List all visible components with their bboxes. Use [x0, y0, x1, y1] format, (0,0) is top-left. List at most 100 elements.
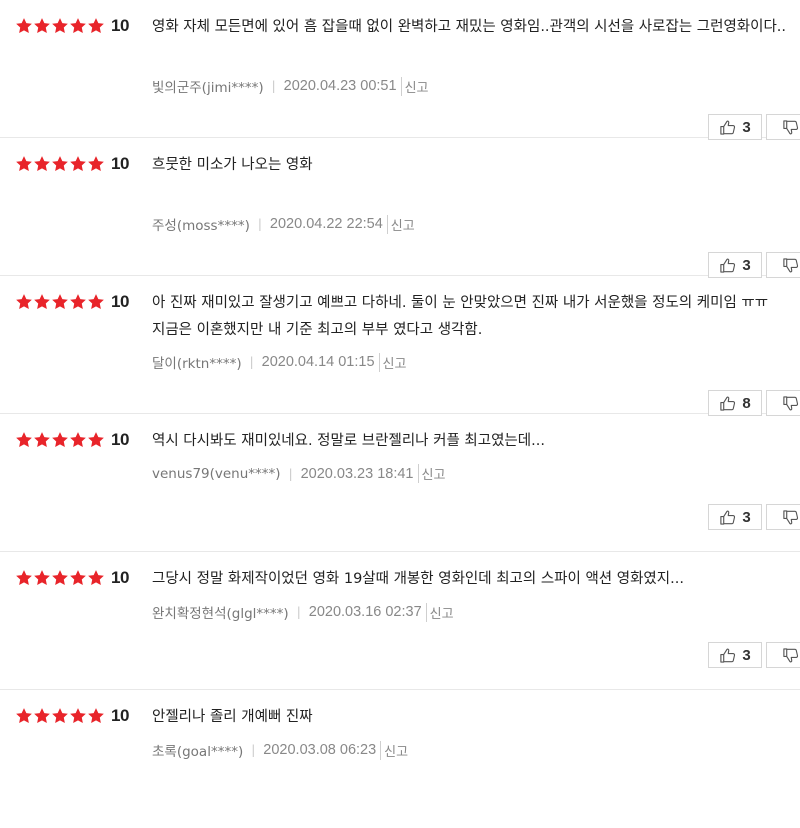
score-number: 10 — [111, 706, 129, 725]
star-icon — [69, 431, 87, 449]
star-icon — [51, 431, 69, 449]
review-item: 10 아 진짜 재미있고 잘생기고 예쁘고 다하네. 둘이 눈 안맞았으면 진짜… — [0, 276, 800, 416]
like-count: 3 — [742, 508, 751, 526]
divider: | — [271, 79, 276, 93]
author-name[interactable]: 주성(moss****) — [152, 214, 250, 234]
star-rating: 10 — [15, 292, 129, 312]
star-icon — [15, 569, 33, 587]
review-date: 2020.03.16 02:37 — [308, 604, 422, 620]
stars — [15, 569, 105, 587]
dislike-button[interactable] — [766, 252, 800, 278]
divider: | — [257, 217, 262, 231]
review-meta: venus79(venu****) | 2020.03.23 18:41 신고 — [152, 464, 445, 483]
review-text: 아 진짜 재미있고 잘생기고 예쁘고 다하네. 둘이 눈 안맞았으면 진짜 내가… — [152, 295, 769, 338]
thumbs-up-icon — [720, 510, 736, 525]
review-meta: 빛의군주(jimi****) | 2020.04.23 00:51 신고 — [152, 76, 428, 96]
review-date: 2020.04.23 00:51 — [283, 78, 397, 94]
review-text: 안젤리나 졸리 개예뻐 진짜 — [152, 709, 313, 725]
review-item: 10 안젤리나 졸리 개예뻐 진짜 초록(goal****) | 2020.03… — [0, 690, 800, 828]
vote-buttons: 8 — [708, 390, 800, 416]
report-link[interactable]: 신고 — [400, 76, 428, 96]
vote-buttons: 3 — [708, 252, 800, 278]
dislike-button[interactable] — [766, 390, 800, 416]
author-name[interactable]: 빛의군주(jimi****) — [152, 76, 264, 96]
like-count: 3 — [742, 118, 751, 136]
star-icon — [51, 569, 69, 587]
stars — [15, 17, 105, 35]
report-link[interactable]: 신고 — [417, 464, 445, 483]
star-icon — [87, 293, 105, 311]
divider: | — [249, 355, 254, 369]
star-icon — [69, 17, 87, 35]
divider: | — [288, 466, 293, 481]
thumbs-down-icon — [782, 257, 798, 272]
like-button[interactable]: 3 — [708, 114, 762, 140]
star-icon — [33, 17, 51, 35]
star-icon — [51, 707, 69, 725]
report-link[interactable]: 신고 — [425, 602, 454, 622]
review-date: 2020.03.23 18:41 — [300, 465, 414, 482]
star-icon — [87, 569, 105, 587]
star-icon — [51, 17, 69, 35]
score-number: 10 — [111, 154, 129, 173]
dislike-button[interactable] — [766, 642, 800, 668]
review-date: 2020.04.14 01:15 — [261, 354, 375, 370]
author-name[interactable]: 초록(goal****) — [152, 740, 243, 760]
star-icon — [87, 431, 105, 449]
star-icon — [15, 155, 33, 173]
report-link[interactable]: 신고 — [380, 740, 408, 760]
score-number: 10 — [111, 430, 129, 449]
star-icon — [87, 17, 105, 35]
star-icon — [87, 707, 105, 725]
score-number: 10 — [111, 16, 129, 35]
star-icon — [69, 293, 87, 311]
star-icon — [33, 431, 51, 449]
like-button[interactable]: 3 — [708, 252, 762, 278]
score-number: 10 — [111, 292, 129, 311]
star-icon — [69, 155, 87, 173]
review-meta: 초록(goal****) | 2020.03.08 06:23 신고 — [152, 740, 408, 760]
review-date: 2020.04.22 22:54 — [269, 216, 383, 232]
vote-buttons: 3 — [708, 114, 800, 140]
thumbs-up-icon — [720, 648, 736, 663]
star-icon — [15, 17, 33, 35]
report-link[interactable]: 신고 — [386, 214, 415, 234]
author-name[interactable]: venus79(venu****) — [152, 466, 281, 482]
report-link[interactable]: 신고 — [378, 352, 406, 372]
dislike-button[interactable] — [766, 114, 800, 140]
thumbs-down-icon — [782, 509, 798, 524]
dislike-button[interactable] — [766, 504, 800, 530]
star-rating: 10 — [15, 16, 129, 36]
review-text: 흐뭇한 미소가 나오는 영화 — [152, 157, 313, 173]
review-meta: 달이(rktn****) | 2020.04.14 01:15 신고 — [152, 352, 406, 372]
review-meta: 완치확정현석(glgl****) | 2020.03.16 02:37 신고 — [152, 602, 454, 622]
author-name[interactable]: 달이(rktn****) — [152, 352, 242, 372]
author-name[interactable]: 완치확정현석(glgl****) — [152, 602, 289, 622]
thumbs-up-icon — [720, 258, 736, 273]
score-number: 10 — [111, 568, 129, 587]
star-rating: 10 — [15, 430, 129, 450]
thumbs-down-icon — [782, 647, 798, 662]
star-icon — [51, 155, 69, 173]
star-icon — [33, 569, 51, 587]
like-button[interactable]: 3 — [708, 642, 762, 668]
stars — [15, 293, 105, 311]
vote-buttons: 3 — [708, 642, 800, 668]
like-button[interactable]: 3 — [708, 504, 762, 530]
like-button[interactable]: 8 — [708, 390, 762, 416]
star-icon — [15, 707, 33, 725]
review-item: 10 역시 다시봐도 재미있네요. 정말로 브란젤리나 커플 최고였는데... … — [0, 414, 800, 552]
review-text: 역시 다시봐도 재미있네요. 정말로 브란젤리나 커플 최고였는데... — [152, 433, 545, 449]
star-rating: 10 — [15, 154, 129, 174]
divider: | — [296, 605, 301, 619]
thumbs-down-icon — [782, 119, 798, 134]
thumbs-up-icon — [720, 396, 736, 411]
star-icon — [69, 707, 87, 725]
review-item: 10 흐뭇한 미소가 나오는 영화 주성(moss****) | 2020.04… — [0, 138, 800, 278]
star-rating: 10 — [15, 706, 129, 726]
star-icon — [69, 569, 87, 587]
review-item: 10 그당시 정말 화제작이었던 영화 19살때 개봉한 영화인데 최고의 스파… — [0, 552, 800, 690]
star-icon — [33, 293, 51, 311]
review-list: 10 영화 자체 모든면에 있어 흠 잡을때 없이 완벽하고 재밌는 영화임..… — [0, 0, 800, 828]
review-item: 10 영화 자체 모든면에 있어 흠 잡을때 없이 완벽하고 재밌는 영화임..… — [0, 0, 800, 140]
